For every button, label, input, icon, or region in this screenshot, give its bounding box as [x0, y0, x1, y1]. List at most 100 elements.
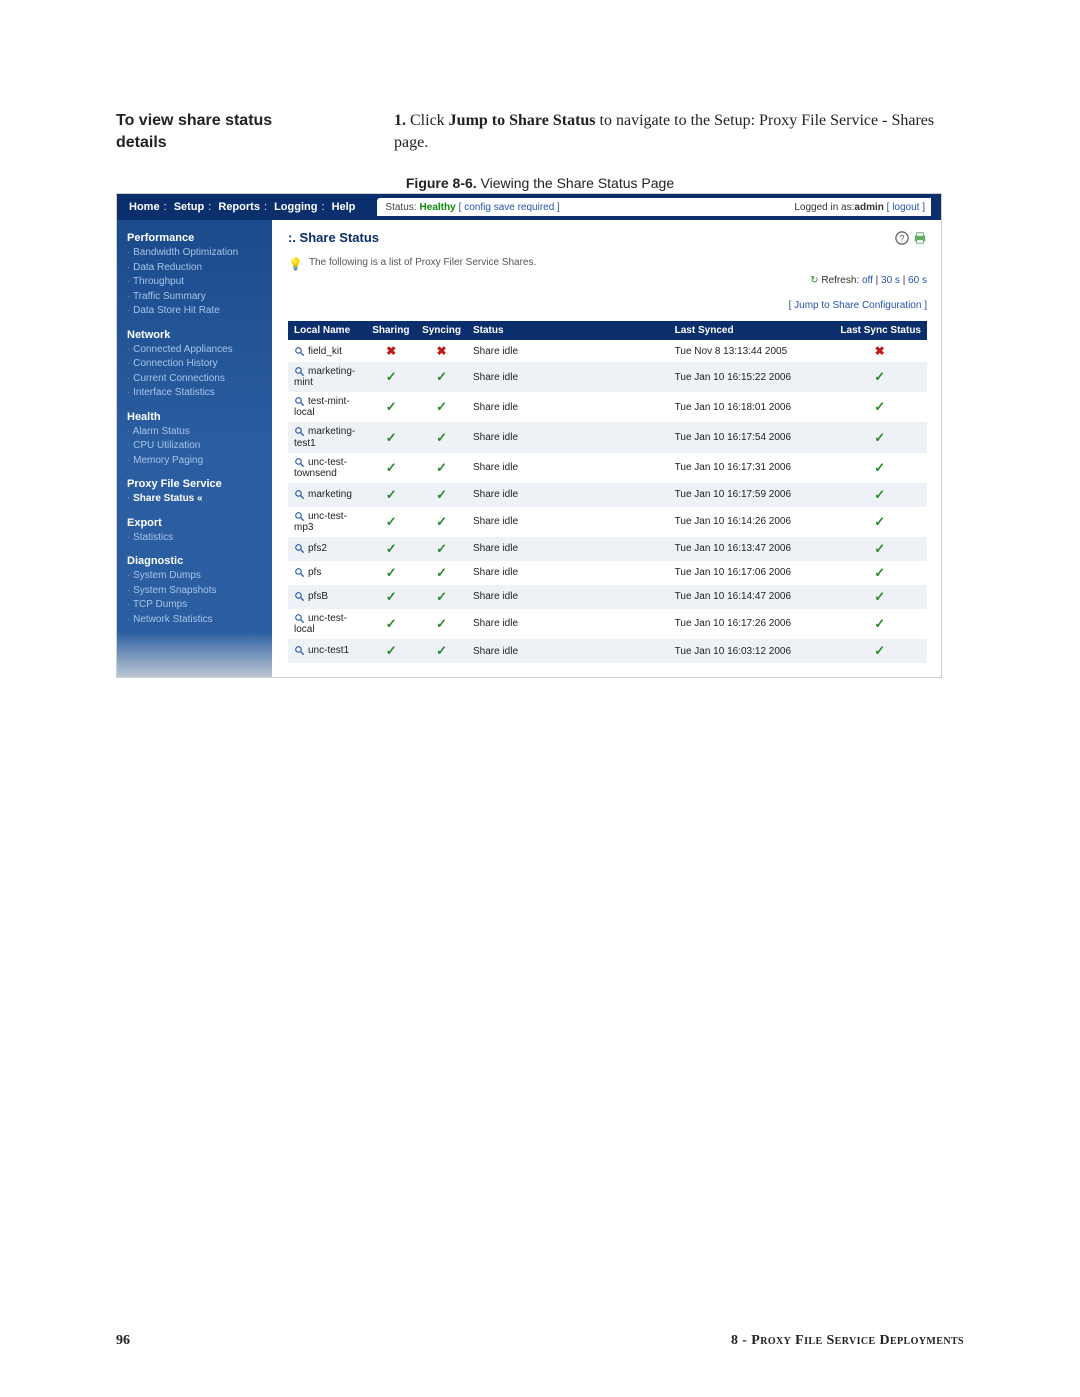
magnifier-icon[interactable]	[294, 543, 305, 554]
cell-local-name[interactable]: unc-test1	[288, 639, 366, 663]
cell-local-name[interactable]: pfs2	[288, 537, 366, 561]
table-row: pfsB✓✓Share idleTue Jan 10 16:14:47 2006…	[288, 585, 927, 609]
magnifier-icon[interactable]	[294, 645, 305, 656]
figure-label-bold: Figure 8-6.	[406, 175, 477, 191]
magnifier-icon[interactable]	[294, 396, 305, 407]
check-icon: ✓	[874, 430, 885, 445]
refresh-off[interactable]: off	[862, 275, 873, 286]
cell-last-sync-status: ✓	[832, 422, 927, 452]
sidebar-item[interactable]: CPU Utilization	[127, 439, 262, 454]
cell-local-name[interactable]: marketing-mint	[288, 362, 366, 392]
figure-caption: Figure 8-6. Viewing the Share Status Pag…	[116, 175, 964, 191]
sidebar-item[interactable]: Data Reduction	[127, 261, 262, 276]
sidebar-item[interactable]: Connection History	[127, 357, 262, 372]
refresh-30s[interactable]: 30 s	[881, 275, 900, 286]
check-icon: ✓	[874, 369, 885, 384]
cell-last-synced: Tue Jan 10 16:03:12 2006	[669, 639, 833, 663]
cell-local-name[interactable]: marketing	[288, 483, 366, 507]
sidebar-group-title: Health	[127, 411, 262, 423]
nav-help[interactable]: Help	[330, 201, 358, 213]
col-local-name[interactable]: Local Name	[288, 321, 366, 340]
magnifier-icon[interactable]	[294, 567, 305, 578]
jump-to-share-config-link[interactable]: [ Jump to Share Configuration ]	[789, 300, 927, 311]
cell-sharing: ✓	[366, 362, 416, 392]
col-status[interactable]: Status	[467, 321, 669, 340]
cell-status: Share idle	[467, 609, 669, 639]
sidebar-item[interactable]: Current Connections	[127, 372, 262, 387]
screenshot-container: Home: Setup: Reports: Logging: Help Stat…	[116, 193, 942, 678]
procedure-title-l1: To view share status	[116, 112, 272, 129]
cell-last-sync-status: ✓	[832, 453, 927, 483]
col-last-synced[interactable]: Last Synced	[669, 321, 833, 340]
sidebar-item[interactable]: Connected Appliances	[127, 343, 262, 358]
magnifier-icon[interactable]	[294, 511, 305, 522]
table-row: pfs2✓✓Share idleTue Jan 10 16:13:47 2006…	[288, 537, 927, 561]
nav-reports[interactable]: Reports	[216, 201, 262, 213]
document-page: To view share status details 1. Click Ju…	[0, 0, 1080, 718]
magnifier-icon[interactable]	[294, 613, 305, 624]
check-icon: ✓	[386, 541, 397, 556]
cell-local-name[interactable]: pfsB	[288, 585, 366, 609]
cell-last-sync-status: ✖	[832, 340, 927, 362]
cell-last-synced: Tue Nov 8 13:13:44 2005	[669, 340, 833, 362]
cross-icon: ✖	[875, 344, 885, 358]
cell-local-name[interactable]: unc-test-local	[288, 609, 366, 639]
cell-syncing: ✓	[416, 537, 467, 561]
cell-local-name[interactable]: field_kit	[288, 340, 366, 362]
cell-local-name[interactable]: marketing-test1	[288, 422, 366, 452]
cell-local-name[interactable]: unc-test-mp3	[288, 507, 366, 537]
magnifier-icon[interactable]	[294, 366, 305, 377]
cell-last-synced: Tue Jan 10 16:15:22 2006	[669, 362, 833, 392]
check-icon: ✓	[874, 565, 885, 580]
table-row: test-mint-local✓✓Share idleTue Jan 10 16…	[288, 392, 927, 422]
table-row: unc-test-mp3✓✓Share idleTue Jan 10 16:14…	[288, 507, 927, 537]
col-syncing[interactable]: Syncing	[416, 321, 467, 340]
magnifier-icon[interactable]	[294, 346, 305, 357]
sidebar-item[interactable]: Bandwidth Optimization	[127, 246, 262, 261]
table-row: unc-test-local✓✓Share idleTue Jan 10 16:…	[288, 609, 927, 639]
nav-home[interactable]: Home	[127, 201, 162, 213]
nav-setup[interactable]: Setup	[172, 201, 207, 213]
sidebar-item[interactable]: Interface Statistics	[127, 386, 262, 401]
check-icon: ✓	[874, 399, 885, 414]
magnifier-icon[interactable]	[294, 489, 305, 500]
config-save-link[interactable]: [ config save required ]	[459, 202, 560, 213]
cell-local-name[interactable]: test-mint-local	[288, 392, 366, 422]
sidebar-item[interactable]: Memory Paging	[127, 454, 262, 469]
sidebar-item[interactable]: TCP Dumps	[127, 598, 262, 613]
sidebar-item[interactable]: System Snapshots	[127, 584, 262, 599]
cell-local-name[interactable]: unc-test-townsend	[288, 453, 366, 483]
step-bold: Jump to Share Status	[449, 112, 596, 129]
col-sharing[interactable]: Sharing	[366, 321, 416, 340]
refresh-60s[interactable]: 60 s	[908, 275, 927, 286]
cell-sharing: ✓	[366, 585, 416, 609]
check-icon: ✓	[386, 430, 397, 445]
sidebar-item[interactable]: Share Status «	[127, 492, 262, 507]
nav-logging[interactable]: Logging	[272, 201, 319, 213]
col-last-sync-status[interactable]: Last Sync Status	[832, 321, 927, 340]
magnifier-icon[interactable]	[294, 591, 305, 602]
cell-sharing: ✓	[366, 609, 416, 639]
print-icon[interactable]	[913, 231, 927, 245]
sidebar-item[interactable]: Statistics	[127, 531, 262, 546]
status-area: Status: Healthy [ config save required ]	[377, 198, 788, 216]
check-icon: ✓	[386, 643, 397, 658]
check-icon: ✓	[436, 589, 447, 604]
check-icon: ✓	[874, 589, 885, 604]
sidebar-item[interactable]: Alarm Status	[127, 425, 262, 440]
cell-last-sync-status: ✓	[832, 483, 927, 507]
sidebar-item[interactable]: Data Store Hit Rate	[127, 304, 262, 319]
check-icon: ✓	[386, 514, 397, 529]
sidebar-item[interactable]: Throughput	[127, 275, 262, 290]
sidebar-item[interactable]: Traffic Summary	[127, 290, 262, 305]
cell-syncing: ✓	[416, 453, 467, 483]
logout-link[interactable]: [ logout ]	[887, 202, 925, 213]
cell-last-sync-status: ✓	[832, 639, 927, 663]
cell-last-sync-status: ✓	[832, 561, 927, 585]
magnifier-icon[interactable]	[294, 457, 305, 468]
cell-local-name[interactable]: pfs	[288, 561, 366, 585]
sidebar-item[interactable]: Network Statistics	[127, 613, 262, 628]
magnifier-icon[interactable]	[294, 426, 305, 437]
help-icon[interactable]: ?	[895, 231, 909, 245]
sidebar-item[interactable]: System Dumps	[127, 569, 262, 584]
